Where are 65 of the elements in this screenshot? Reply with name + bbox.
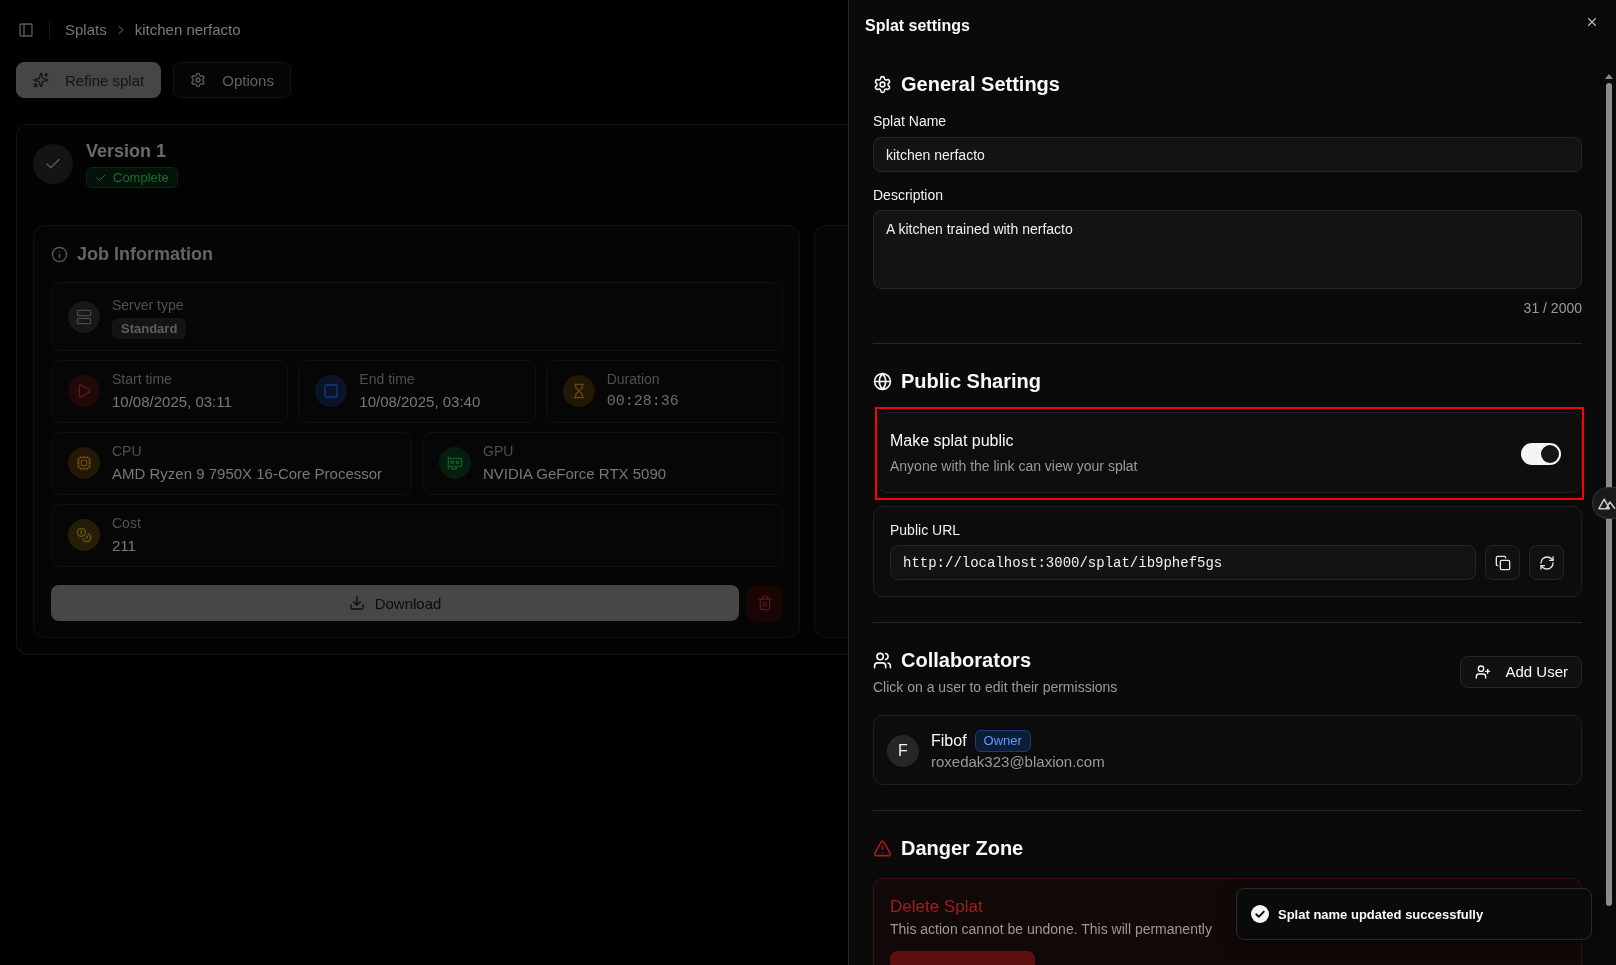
panel-title: Splat settings <box>865 16 970 36</box>
field-value: 211 <box>112 536 136 556</box>
breadcrumb-link[interactable]: kitchen nerfacto <box>134 20 241 40</box>
globe-icon <box>873 371 892 391</box>
server-type-badge: Standard <box>112 318 187 339</box>
mountain-icon <box>1598 496 1616 510</box>
refresh-button[interactable] <box>1529 545 1564 580</box>
setting-title: Make splat public <box>890 431 1014 451</box>
setting-description: Anyone with the link can view your splat <box>890 457 1138 476</box>
field-value: 10/08/2025, 03:40 <box>359 392 481 412</box>
field-value: 00:28:36 <box>606 392 679 412</box>
text-field[interactable]: kitchen nerfacto <box>873 137 1582 172</box>
users-icon <box>873 650 892 670</box>
field-label: Splat Name <box>873 112 948 131</box>
field-value: 10/08/2025, 03:11 <box>112 392 232 412</box>
field-label: Cost <box>112 514 141 533</box>
field-label: Description <box>873 186 945 205</box>
section-subtitle: Click on a user to edit their permissions <box>873 678 1118 697</box>
character-count: 31 / 2000 <box>1523 299 1582 318</box>
settings-icon <box>190 72 207 88</box>
settings-icon <box>873 74 892 94</box>
role-badge: Owner <box>974 730 1031 752</box>
copy-icon <box>1494 554 1511 571</box>
section-title: Public Sharing <box>901 369 1042 394</box>
field-label: GPU <box>483 442 514 461</box>
section-title: Collaborators <box>901 648 1032 673</box>
user-card[interactable]: F Fibof Owner roxedak323@blaxion.com <box>873 715 1582 785</box>
user-plus-icon <box>1475 663 1492 680</box>
user-email: roxedak323@blaxion.com <box>931 752 1105 772</box>
field-label: Server type <box>112 296 184 315</box>
check-circle-icon <box>33 144 73 184</box>
add-user-button[interactable]: Add User <box>1460 655 1582 688</box>
field-label: End time <box>359 370 415 389</box>
danger-title: Delete Splat <box>890 896 983 918</box>
version-title: Version 1 <box>86 140 167 162</box>
field-label: Public URL <box>890 521 962 540</box>
trash-icon <box>757 595 773 611</box>
text-area[interactable]: A kitchen trained with nerfacto <box>873 210 1582 289</box>
url-field[interactable]: http://localhost:3000/splat/ib9phef5gs <box>890 545 1476 580</box>
status-text: Complete <box>113 169 169 186</box>
scrollbar-thumb[interactable] <box>1606 83 1612 906</box>
warning-icon <box>873 838 892 858</box>
info-icon <box>51 245 68 263</box>
field-value: AMD Ryzen 9 7950X 16-Core Processor <box>112 464 383 484</box>
toggle-switch[interactable] <box>1521 442 1561 465</box>
user-name: Fibof <box>931 731 967 751</box>
copy-button[interactable] <box>1485 545 1520 580</box>
section-title: Danger Zone <box>901 836 1024 861</box>
sparkles-icon <box>33 72 49 88</box>
refresh-icon <box>1538 554 1555 571</box>
caret-up-icon[interactable] <box>1605 74 1613 79</box>
field-value: NVIDIA GeForce RTX 5090 <box>483 464 667 484</box>
section-title: General Settings <box>901 72 1060 97</box>
field-label: Duration <box>606 370 660 389</box>
close-button[interactable] <box>1585 15 1599 29</box>
danger-description: This action cannot be undone. This will permanently <box>890 920 1212 939</box>
download-icon <box>348 595 365 611</box>
toast-message: Splat name updated successfully <box>1278 906 1484 922</box>
section-title: Job Information <box>77 243 213 266</box>
avatar: F <box>887 735 919 767</box>
field-label: CPU <box>112 442 142 461</box>
breadcrumb-link[interactable]: Splats <box>65 20 107 40</box>
sidebar-toggle-button[interactable] <box>18 22 34 38</box>
field-label: Start time <box>112 370 172 389</box>
check-circle-icon <box>1251 905 1269 923</box>
